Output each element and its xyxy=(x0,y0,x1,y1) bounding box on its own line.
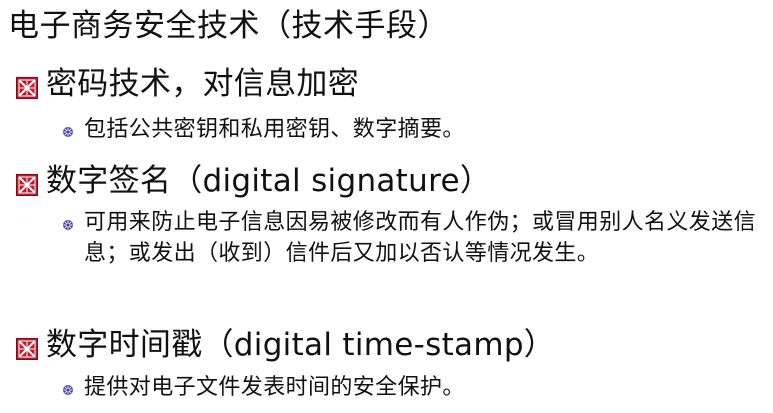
bullet-text: 密码技术，对信息加密 xyxy=(46,66,359,102)
sub-bullet-item-1: 包括公共密钥和私用密钥、数字摘要。 xyxy=(62,114,465,145)
sub-bullet-text: 可用来防止电子信息因易被修改而有人作伪；或冒用别人名义发送信息；或发出（收到）信… xyxy=(84,210,757,266)
bullet-item-1: 密码技术，对信息加密 xyxy=(16,64,359,104)
slide-title: 电子商务安全技术（技术手段） xyxy=(8,8,449,44)
sub-bullet-item-3: 提供对电子文件发表时间的安全保护。 xyxy=(62,372,465,403)
sub-bullet-text: 包括公共密钥和私用密钥、数字摘要。 xyxy=(84,117,465,142)
bullet-item-2: 数字签名（digital signature） xyxy=(16,161,491,201)
bullet-icon xyxy=(16,174,38,196)
bullet-icon xyxy=(16,77,38,99)
bullet-item-3: 数字时间戳（digital time-stamp） xyxy=(16,325,555,365)
slide: 电子商务安全技术（技术手段） 密码技术，对信息加密 包括公共密钥和私用密钥、数字… xyxy=(0,0,773,413)
sub-bullet-icon xyxy=(63,385,73,395)
sub-bullet-item-2: 可用来防止电子信息因易被修改而有人作伪；或冒用别人名义发送信息；或发出（收到）信… xyxy=(62,207,773,269)
bullet-text: 数字时间戳（digital time-stamp） xyxy=(46,327,556,363)
sub-bullet-text: 提供对电子文件发表时间的安全保护。 xyxy=(84,375,465,400)
sub-bullet-icon xyxy=(63,220,73,230)
sub-bullet-icon xyxy=(63,127,73,137)
bullet-text: 数字签名（digital signature） xyxy=(46,163,492,199)
bullet-icon xyxy=(16,338,38,360)
